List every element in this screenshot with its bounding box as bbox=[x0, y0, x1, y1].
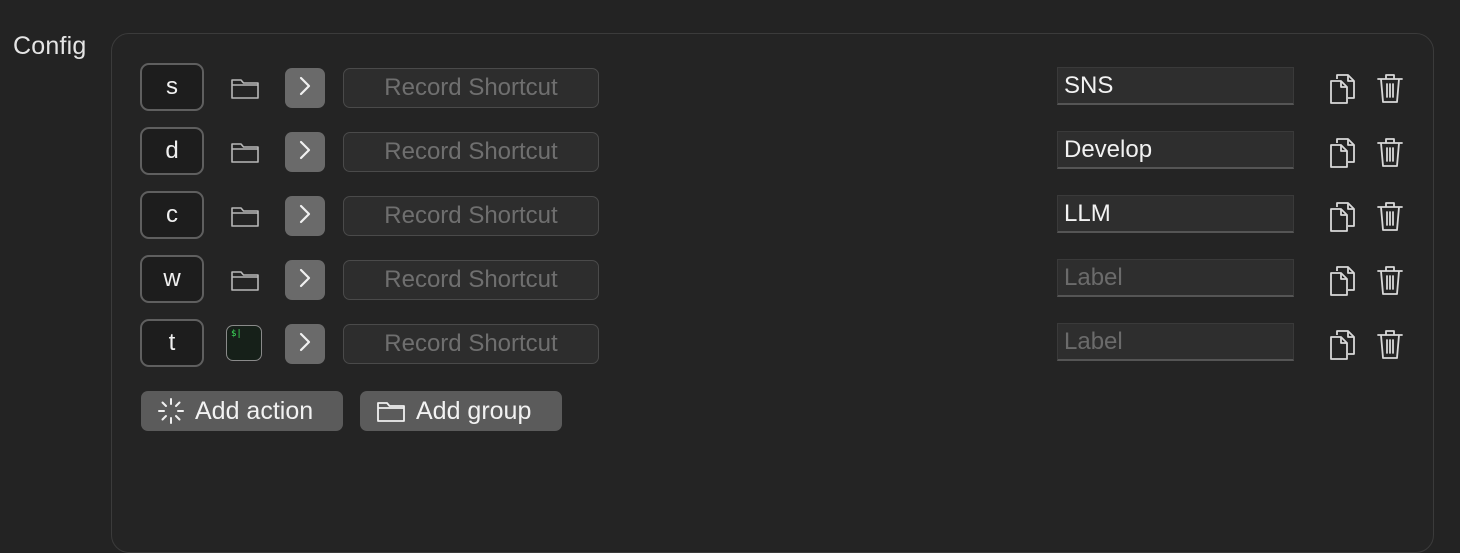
trash-icon[interactable] bbox=[1375, 263, 1405, 297]
add-group-button[interactable]: Add group bbox=[360, 391, 562, 431]
trash-icon[interactable] bbox=[1375, 199, 1405, 233]
chevron-right-icon bbox=[297, 139, 313, 166]
copy-icon[interactable] bbox=[1328, 327, 1358, 361]
config-row: c Record Shortcut bbox=[140, 191, 1410, 241]
folder-icon[interactable] bbox=[226, 200, 264, 232]
trash-icon[interactable] bbox=[1375, 327, 1405, 361]
chevron-right-icon bbox=[297, 75, 313, 102]
label-field[interactable] bbox=[1057, 195, 1294, 233]
terminal-prompt-glyph: $| bbox=[231, 329, 242, 339]
record-shortcut-button[interactable]: Record Shortcut bbox=[343, 324, 599, 364]
folder-icon[interactable] bbox=[226, 136, 264, 168]
folder-icon[interactable] bbox=[226, 72, 264, 104]
record-shortcut-button[interactable]: Record Shortcut bbox=[343, 260, 599, 300]
config-row: s Record Shortcut bbox=[140, 63, 1410, 113]
copy-icon[interactable] bbox=[1328, 71, 1358, 105]
key-binding-field[interactable]: c bbox=[140, 191, 204, 239]
chevron-right-icon bbox=[297, 331, 313, 358]
record-shortcut-button[interactable]: Record Shortcut bbox=[343, 132, 599, 172]
copy-icon[interactable] bbox=[1328, 263, 1358, 297]
add-action-button[interactable]: Add action bbox=[141, 391, 343, 431]
chevron-right-icon bbox=[297, 267, 313, 294]
config-row: d Record Shortcut bbox=[140, 127, 1410, 177]
key-binding-field[interactable]: d bbox=[140, 127, 204, 175]
folder-icon[interactable] bbox=[226, 264, 264, 296]
trash-icon[interactable] bbox=[1375, 71, 1405, 105]
key-binding-field[interactable]: s bbox=[140, 63, 204, 111]
key-binding-field[interactable]: t bbox=[140, 319, 204, 367]
sparkle-icon bbox=[157, 397, 185, 425]
key-binding-field[interactable]: w bbox=[140, 255, 204, 303]
config-row: w Record Shortcut bbox=[140, 255, 1410, 305]
chevron-right-icon bbox=[297, 203, 313, 230]
label-field[interactable] bbox=[1057, 323, 1294, 361]
expand-button[interactable] bbox=[285, 196, 325, 236]
folder-icon bbox=[376, 399, 406, 423]
add-action-label: Add action bbox=[195, 396, 314, 425]
add-group-label: Add group bbox=[416, 396, 532, 425]
label-field[interactable] bbox=[1057, 67, 1294, 105]
record-shortcut-button[interactable]: Record Shortcut bbox=[343, 68, 599, 108]
expand-button[interactable] bbox=[285, 260, 325, 300]
expand-button[interactable] bbox=[285, 324, 325, 364]
copy-icon[interactable] bbox=[1328, 199, 1358, 233]
label-field[interactable] bbox=[1057, 131, 1294, 169]
section-label: Config bbox=[13, 32, 87, 60]
record-shortcut-button[interactable]: Record Shortcut bbox=[343, 196, 599, 236]
config-row: t $| Record Shortcut bbox=[140, 319, 1410, 369]
expand-button[interactable] bbox=[285, 132, 325, 172]
label-field[interactable] bbox=[1057, 259, 1294, 297]
terminal-app-icon[interactable]: $| bbox=[226, 325, 262, 361]
expand-button[interactable] bbox=[285, 68, 325, 108]
copy-icon[interactable] bbox=[1328, 135, 1358, 169]
trash-icon[interactable] bbox=[1375, 135, 1405, 169]
